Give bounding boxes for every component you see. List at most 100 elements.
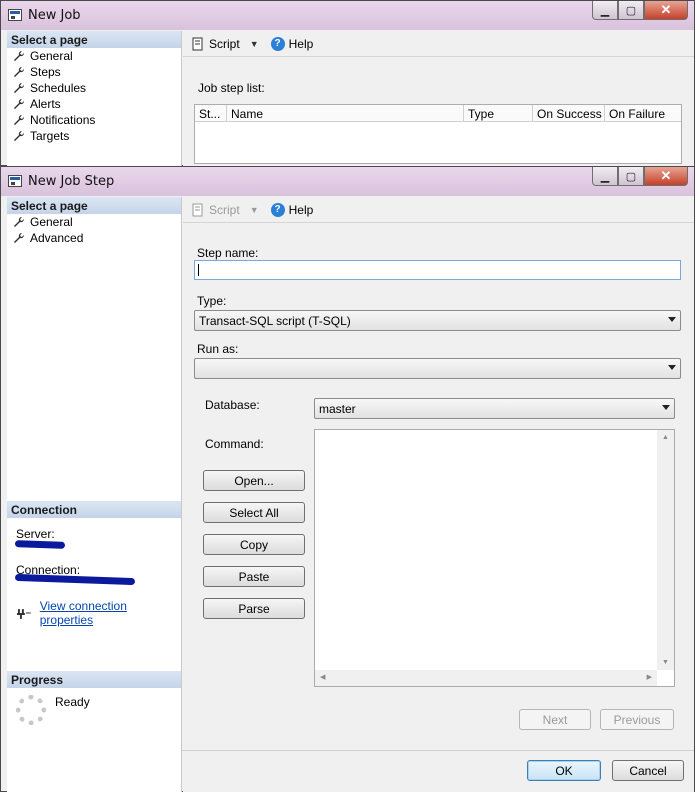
text-cursor [198, 264, 199, 276]
command-horizontal-scrollbar[interactable]: ◀ ▶ [315, 670, 657, 686]
scroll-down-icon[interactable]: ▼ [662, 659, 669, 666]
maximize-button[interactable]: ▢ [618, 167, 644, 186]
step-name-input[interactable] [194, 260, 681, 280]
select-page-header: Select a page [7, 197, 181, 214]
page-item-targets[interactable]: Targets [7, 128, 181, 144]
cancel-button[interactable]: Cancel [612, 760, 684, 781]
window-icon [8, 9, 22, 21]
new-job-page-list: Select a page General Steps Schedules Al… [7, 31, 182, 166]
close-button[interactable]: ✕ [644, 1, 688, 20]
script-button[interactable]: Script [191, 37, 240, 51]
database-select[interactable]: master [314, 398, 675, 419]
command-label: Command: [205, 437, 264, 451]
open-button[interactable]: Open... [203, 470, 305, 491]
grid-header: St... Name Type On Success On Failure [195, 105, 681, 122]
page-item-alerts[interactable]: Alerts [7, 96, 181, 112]
command-textarea[interactable]: ▲ ▼ ◀ ▶ [314, 429, 675, 687]
page-label: Advanced [30, 231, 84, 245]
plug-icon [16, 608, 31, 619]
script-dropdown-icon[interactable]: ▼ [250, 205, 259, 215]
page-label: Alerts [30, 97, 61, 111]
connection-header: Connection [7, 501, 181, 518]
wrench-icon [14, 216, 25, 227]
scroll-up-icon[interactable]: ▲ [662, 434, 669, 441]
col-name[interactable]: Name [227, 105, 464, 121]
script-button[interactable]: Script [191, 203, 240, 217]
footer-divider [181, 750, 694, 751]
page-item-general[interactable]: General [7, 214, 181, 230]
col-step[interactable]: St... [195, 105, 227, 121]
wrench-icon [14, 82, 25, 93]
select-page-header: Select a page [7, 31, 181, 48]
page-item-schedules[interactable]: Schedules [7, 80, 181, 96]
new-job-titlebar[interactable]: New Job ▁ ▢ ✕ [1, 1, 694, 30]
page-item-steps[interactable]: Steps [7, 64, 181, 80]
script-label: Script [209, 36, 240, 51]
help-icon: ? [270, 36, 285, 51]
scroll-left-icon[interactable]: ◀ [320, 673, 325, 681]
col-type[interactable]: Type [464, 105, 533, 121]
database-label: Database: [205, 398, 260, 412]
server-label: Server: [16, 527, 55, 541]
page-item-notifications[interactable]: Notifications [7, 112, 181, 128]
copy-button[interactable]: Copy [203, 534, 305, 555]
step-page-list: Select a page General Advanced Connectio… [7, 197, 182, 792]
help-button[interactable]: ? Help [270, 202, 314, 217]
page-item-advanced[interactable]: Advanced [7, 230, 181, 246]
page-label: Notifications [30, 113, 96, 127]
help-label: Help [288, 202, 314, 217]
close-button[interactable]: ✕ [644, 167, 688, 186]
run-as-label: Run as: [197, 342, 239, 356]
job-step-list-label: Job step list: [198, 81, 265, 95]
database-value: master [319, 402, 356, 416]
step-toolbar: Script ▼ ? Help [183, 197, 694, 223]
command-vertical-scrollbar[interactable]: ▲ ▼ [657, 430, 674, 670]
page-label: Targets [30, 129, 70, 143]
wrench-icon [14, 98, 25, 109]
ok-button[interactable]: OK [527, 760, 601, 781]
wrench-icon [14, 232, 25, 243]
paste-button[interactable]: Paste [203, 566, 305, 587]
script-label: Script [209, 202, 240, 217]
help-button[interactable]: ? Help [270, 36, 313, 51]
new-job-window: New Job ▁ ▢ ✕ Select a page General Step… [0, 0, 695, 166]
spinner-icon [16, 695, 46, 725]
new-job-step-titlebar[interactable]: New Job Step ▁ ▢ ✕ [1, 167, 694, 196]
page-label: General [30, 215, 73, 229]
next-button[interactable]: Next [519, 709, 591, 730]
col-on-success[interactable]: On Success [533, 105, 605, 121]
scroll-right-icon[interactable]: ▶ [647, 673, 652, 681]
type-value: Transact-SQL script (T-SQL) [199, 314, 351, 328]
chevron-down-icon [668, 365, 676, 370]
col-on-failure[interactable]: On Failure [605, 105, 681, 121]
window-icon [8, 175, 22, 187]
script-dropdown-icon[interactable]: ▼ [250, 39, 259, 49]
job-step-grid[interactable]: St... Name Type On Success On Failure [194, 104, 682, 164]
progress-header: Progress [7, 671, 181, 688]
new-job-title: New Job [28, 8, 81, 23]
wrench-icon [14, 66, 25, 77]
view-connection-properties-link[interactable]: View connection properties [40, 599, 181, 627]
script-icon [192, 203, 203, 216]
select-all-button[interactable]: Select All [203, 502, 305, 523]
new-job-step-title: New Job Step [28, 174, 115, 189]
type-label: Type: [197, 294, 227, 308]
redacted-server [14, 540, 66, 549]
type-select[interactable]: Transact-SQL script (T-SQL) [194, 310, 681, 331]
redacted-connection [14, 573, 136, 586]
page-label: Steps [30, 65, 61, 79]
page-label: General [30, 49, 73, 63]
chevron-down-icon [662, 405, 670, 410]
chevron-down-icon [668, 317, 676, 322]
view-connection-properties[interactable]: View connection properties [16, 599, 181, 627]
script-icon [192, 37, 203, 50]
run-as-select[interactable] [194, 358, 681, 379]
parse-button[interactable]: Parse [203, 598, 305, 619]
previous-button[interactable]: Previous [600, 709, 674, 730]
page-item-general[interactable]: General [7, 48, 181, 64]
minimize-button[interactable]: ▁ [592, 1, 618, 20]
maximize-button[interactable]: ▢ [618, 1, 644, 20]
wrench-icon [14, 50, 25, 61]
minimize-button[interactable]: ▁ [592, 167, 618, 186]
progress-status: Ready [55, 695, 90, 709]
